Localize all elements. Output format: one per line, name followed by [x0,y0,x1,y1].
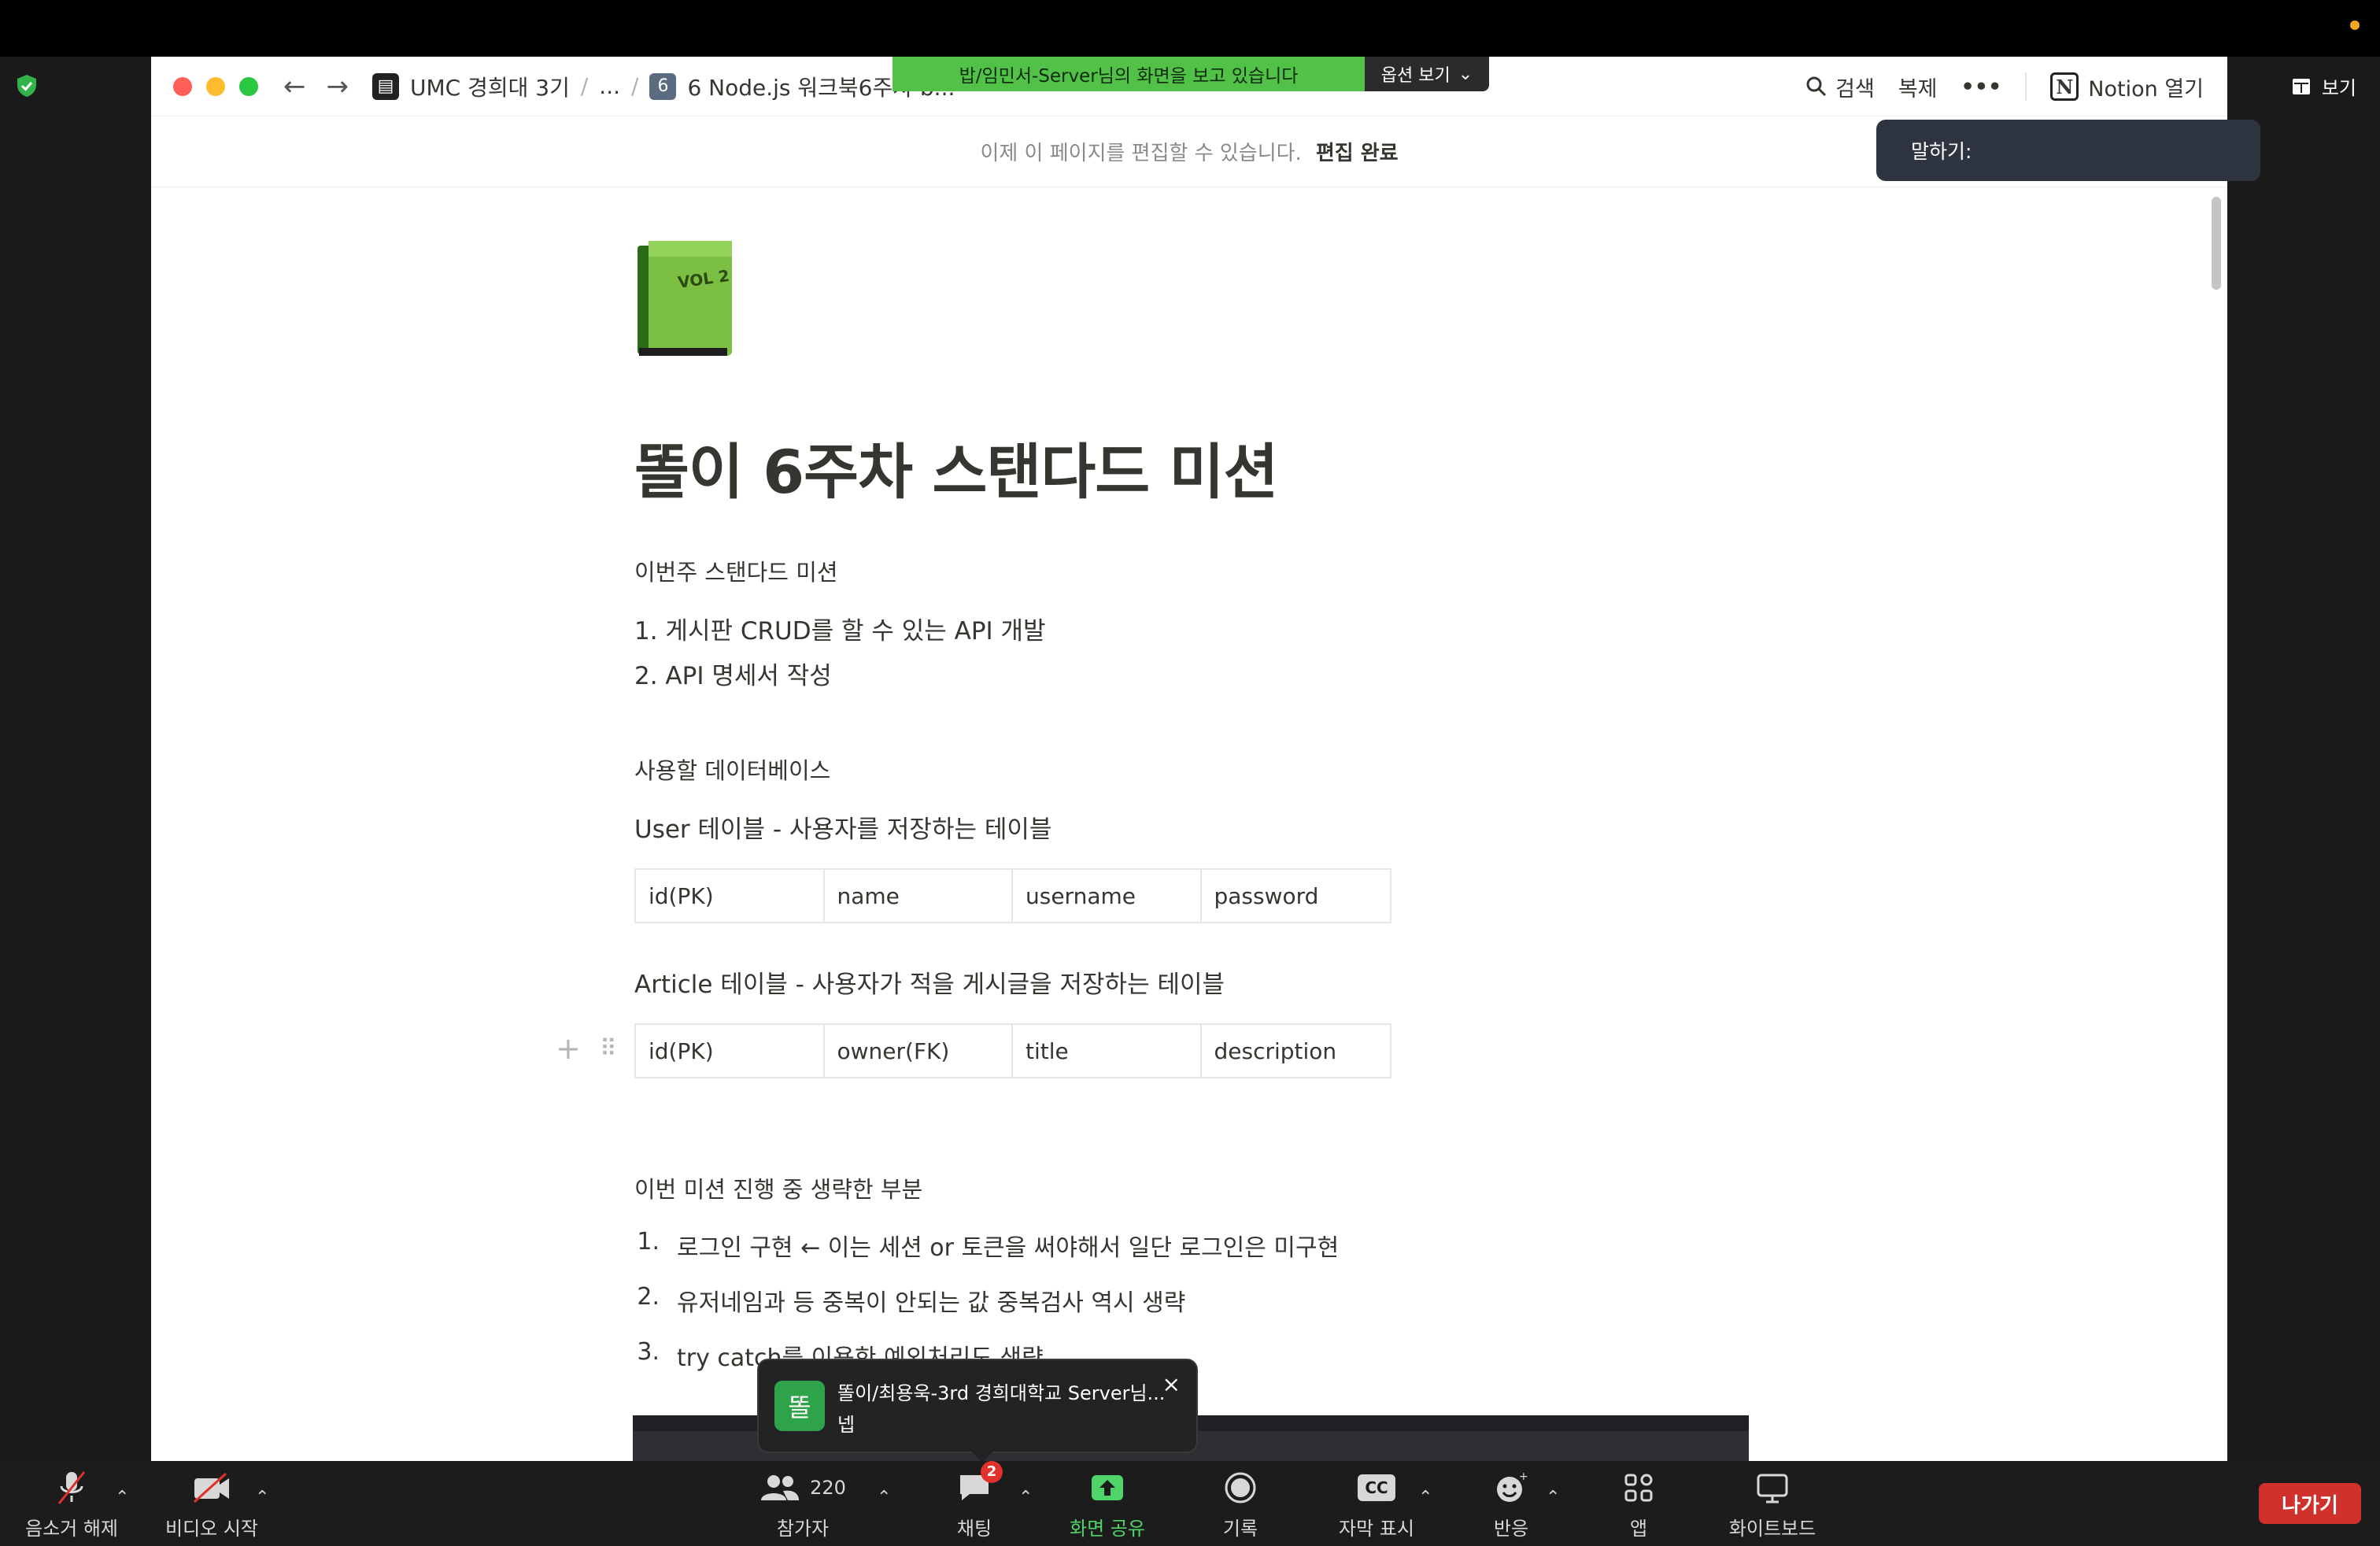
table-cell[interactable]: username [1013,870,1202,922]
record-button[interactable]: 기록 [1209,1461,1272,1546]
search-icon [1806,76,1827,97]
whiteboard-button[interactable]: 화이트보드 [1725,1461,1820,1546]
list-item: 1. 로그인 구현 ← 이는 세션 or 토큰을 써야해서 일단 로그인은 미구현 [637,1228,1340,1262]
forward-arrow-icon[interactable]: → [327,71,349,102]
mission-item: 1. 게시판 CRUD를 할 수 있는 API 개발 [634,617,1046,645]
back-arrow-icon[interactable]: ← [283,71,306,102]
participants-icon [761,1474,800,1500]
mission-item: 2. API 명세서 작성 [634,662,832,690]
done-editing-button[interactable]: 편집 완료 [1316,137,1399,166]
view-label: 보기 [2321,77,2356,99]
table-cell[interactable]: title [1013,1025,1202,1077]
start-video-button[interactable]: 비디오 시작 [164,1461,260,1546]
participants-chevron-icon[interactable]: ⌃ [877,1488,891,1507]
reactions-chevron-icon[interactable]: ⌃ [1546,1488,1560,1507]
close-window-button[interactable] [173,76,192,96]
chat-button[interactable]: 2 채팅 [943,1460,1006,1546]
view-button[interactable]: 보기 [2292,72,2356,100]
number-6-icon: 6 [649,72,677,100]
share-screen-icon [1092,1474,1123,1500]
whiteboard-icon [1757,1474,1788,1503]
video-options-chevron-icon[interactable]: ⌃ [255,1488,269,1507]
page-title[interactable]: 똘이 6주차 스탠다드 미션 [634,423,1783,510]
breadcrumb: ▤ UMC 경희대 3기 / ... / 6 6 Node.js 워크북6주차 … [372,71,955,102]
table-cell[interactable]: name [825,870,1013,922]
speaking-indicator: 말하기: [1876,120,2260,181]
apps-icon [1624,1474,1653,1501]
duplicate-button[interactable]: 복제 [1898,72,1938,102]
security-shield-icon[interactable] [16,74,38,98]
video-camera-off-icon [193,1472,229,1503]
share-banner-text: 밥/임민서-Server님의 화면을 보고 있습니다 [893,57,1365,91]
article-table: id(PK) owner(FK) title description [634,1023,1391,1078]
mission-heading: 이번주 스탠다드 미션 [634,559,838,586]
user-table-title: User 테이블 - 사용자를 저장하는 테이블 [634,816,1052,844]
svg-text:+: + [1519,1470,1528,1483]
maximize-window-button[interactable] [239,76,258,96]
table-cell[interactable]: description [1202,1025,1391,1077]
green-book-icon: VOL 2 [634,238,735,359]
user-table: id(PK) name username password [634,868,1391,923]
chat-sender: 똘이/최용욱-3rd 경희대학교 Server님... [837,1382,1166,1404]
captions-icon: CC [1358,1474,1395,1501]
participants-count: 220 [810,1476,846,1499]
captions-chevron-icon[interactable]: ⌃ [1418,1488,1432,1507]
more-options-button[interactable]: ••• [1961,75,2002,99]
reactions-button[interactable]: + 반응 [1480,1461,1543,1546]
page-scrollbar[interactable] [2212,197,2221,290]
participants-button[interactable]: 220 참가자 [761,1461,846,1546]
avatar: 똘 [774,1381,825,1431]
table-cell[interactable]: id(PK) [636,870,825,922]
right-margin [2227,57,2380,1461]
notebook-icon: ▤ [372,72,399,100]
list-item: 2. 유저네임과 등 중복이 안되는 값 중복검사 역시 생략 [637,1283,1186,1317]
omitted-list: 1. 로그인 구현 ← 이는 세션 or 토큰을 써야해서 일단 로그인은 미구현… [634,1228,1783,1373]
table-cell[interactable]: id(PK) [636,1025,825,1077]
chat-badge: 2 [981,1460,1003,1483]
drag-handle-icon[interactable]: ⠿ [600,1035,617,1063]
notion-logo-icon: N [2050,72,2079,101]
breadcrumb-item-ellipsis[interactable]: ... [599,73,620,99]
screen-share-banner: 밥/임민서-Server님의 화면을 보고 있습니다 옵션 보기 ⌄ [893,57,1489,91]
notion-page: VOL 2 똘이 6주차 스탠다드 미션 이번주 스탠다드 미션 1. 게시판 … [634,238,1783,1373]
microphone-muted-icon [57,1470,86,1504]
reaction-smiley-icon: + [1497,1470,1528,1502]
unmute-button[interactable]: 음소거 해제 [24,1461,120,1546]
table-cell[interactable]: password [1202,870,1391,922]
minimize-window-button[interactable] [206,76,225,96]
open-notion-button[interactable]: N Notion 열기 [2050,72,2204,102]
leave-button[interactable]: 나가기 [2259,1483,2361,1524]
shared-screen: ← → ▤ UMC 경희대 3기 / ... / 6 6 Node.js 워크북… [151,57,2227,1461]
recording-indicator [2350,20,2360,30]
view-options-dropdown[interactable]: 옵션 보기 ⌄ [1365,57,1489,91]
database-heading: 사용할 데이터베이스 [634,757,831,784]
close-icon[interactable]: × [1162,1371,1181,1397]
meeting-toolbar: 음소거 해제 ⌃ 비디오 시작 ⌃ 220 참가자 ⌃ 2 채팅 ⌃ 화면 공유… [0,1460,2380,1546]
search-button[interactable]: 검색 [1805,72,1875,102]
chat-chevron-icon[interactable]: ⌃ [1018,1488,1033,1507]
apps-button[interactable]: 앱 [1607,1461,1670,1546]
grid-view-icon [2292,78,2310,94]
left-margin [0,57,151,1461]
table-cell[interactable]: owner(FK) [825,1025,1013,1077]
breadcrumb-item-umc[interactable]: UMC 경희대 3기 [410,71,570,102]
add-block-icon[interactable]: + [556,1031,581,1066]
article-table-title: Article 테이블 - 사용자가 적을 게시글을 저장하는 테이블 [634,971,1225,999]
block-handles: + ⠿ [556,1031,617,1066]
captions-button[interactable]: CC 자막 표시 [1330,1461,1423,1546]
omitted-heading: 이번 미션 진행 중 생략한 부분 [634,1176,923,1203]
edit-notice-text: 이제 이 페이지를 편집할 수 있습니다. [980,142,1302,165]
chevron-down-icon: ⌄ [1458,64,1473,84]
share-screen-button[interactable]: 화면 공유 [1064,1461,1151,1546]
record-icon [1225,1472,1256,1503]
chat-message: 넵 [837,1414,856,1436]
chat-notification[interactable]: 똘 똘이/최용욱-3rd 경희대학교 Server님... 넵 × [757,1359,1198,1463]
zoom-meeting-window: 보기 ← → ▤ UMC 경희대 3기 / ... / 6 6 Node.js … [0,0,2380,1546]
audio-options-chevron-icon[interactable]: ⌃ [115,1488,129,1507]
